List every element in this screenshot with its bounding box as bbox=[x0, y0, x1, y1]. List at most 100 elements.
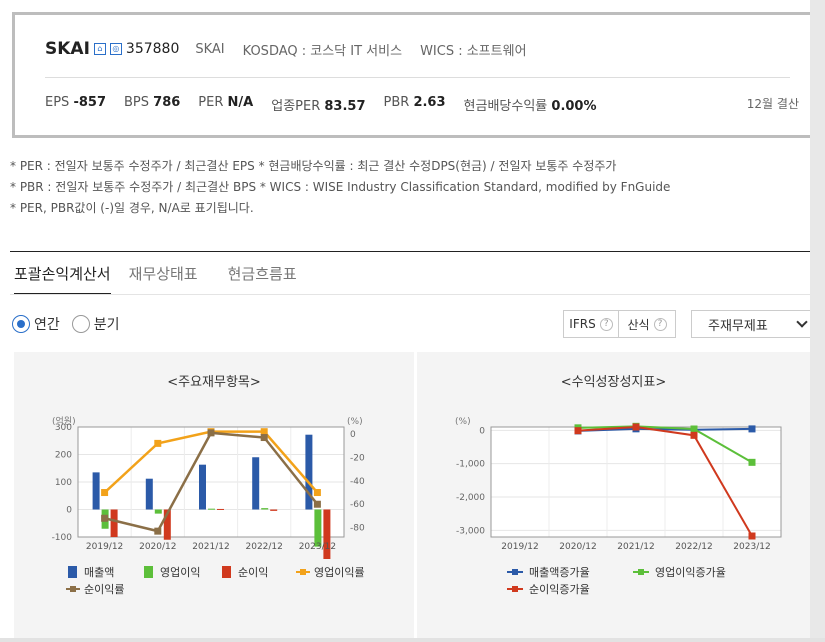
bar-순이익 bbox=[217, 508, 224, 510]
help-icon[interactable]: ? bbox=[599, 317, 613, 331]
bar-매출액 bbox=[199, 464, 206, 510]
x-tick-label: 2023/12 bbox=[733, 542, 770, 552]
point-영업이익률 bbox=[154, 439, 162, 447]
point-순이익증가율 bbox=[632, 423, 640, 431]
legend-swatch bbox=[144, 566, 153, 578]
y-axis-unit: (%) bbox=[455, 417, 471, 427]
company-info-box: SKAI ⌂ ◎ 357880 SKAI KOSDAQ : 코스닥 IT 서비스… bbox=[12, 12, 820, 138]
period-radio-group: 연간 분기 bbox=[12, 314, 132, 334]
y-tick-label: 300 bbox=[55, 423, 72, 433]
tabs-top-border bbox=[10, 251, 810, 252]
y-tick-label: -100 bbox=[52, 533, 73, 543]
legend-label: 순이익 bbox=[238, 566, 268, 579]
ir-icon[interactable]: ◎ bbox=[109, 43, 122, 55]
tab-cash-flow[interactable]: 현금흐름표 bbox=[228, 263, 297, 295]
legend-label: 순이익률 bbox=[84, 583, 124, 596]
legend-swatch-marker bbox=[300, 569, 306, 575]
radio-quarter-label: 분기 bbox=[93, 317, 120, 333]
bar-순이익 bbox=[110, 509, 118, 537]
y2-axis-unit: (%) bbox=[347, 417, 363, 427]
x-tick-label: 2022/12 bbox=[246, 542, 283, 552]
home-icon[interactable]: ⌂ bbox=[93, 43, 106, 55]
x-tick-label: 2020/12 bbox=[559, 542, 596, 552]
point-순이익률 bbox=[101, 514, 109, 522]
company-short-name: SKAI bbox=[195, 41, 225, 57]
bar-매출액 bbox=[252, 457, 260, 510]
y-tick-label: -1,000 bbox=[456, 460, 485, 470]
formula-label: 산식 bbox=[627, 317, 650, 332]
y-tick-label: 0 bbox=[479, 426, 485, 436]
main-financials-panel: <주요재무항목> (억원) (%) 300 200 100 0 -100 0 -20 -40 -60… bbox=[14, 352, 414, 638]
point-순이익률 bbox=[207, 429, 215, 437]
bar-매출액 bbox=[92, 472, 100, 510]
footnote-pbr: * PBR : 전일자 보통주 수정주가 / 최근결산 BPS * WICS :… bbox=[10, 180, 671, 194]
x-tick-label: 2019/12 bbox=[501, 542, 538, 552]
page: SKAI ⌂ ◎ 357880 SKAI KOSDAQ : 코스닥 IT 서비스… bbox=[0, 0, 821, 638]
radio-quarter[interactable]: 분기 bbox=[71, 314, 120, 334]
ifrs-button[interactable]: IFRS ? bbox=[563, 310, 619, 338]
legend-label: 영업이익 bbox=[160, 566, 200, 579]
ifrs-label: IFRS bbox=[569, 317, 596, 331]
x-tick-label: 2021/12 bbox=[617, 542, 654, 552]
legend-label: 매출액증가율 bbox=[529, 566, 590, 579]
ratio-per: PER N/A bbox=[198, 95, 254, 110]
legend-swatch-marker bbox=[638, 569, 644, 575]
radio-annual[interactable]: 연간 bbox=[12, 314, 60, 334]
point-순이익률 bbox=[313, 500, 321, 508]
chart-title-main-financials: <주요재무항목> bbox=[167, 375, 261, 390]
ratio-eps: EPS -857 bbox=[45, 95, 106, 110]
bar-매출액 bbox=[145, 478, 153, 510]
radio-annual-label: 연간 bbox=[34, 317, 60, 333]
bar-순이익 bbox=[270, 509, 278, 511]
legend-label: 영업이익률 bbox=[314, 566, 365, 579]
legend-swatch bbox=[222, 566, 231, 578]
point-순이익률 bbox=[154, 527, 162, 535]
tab-income-statement[interactable]: 포괄손익계산서 bbox=[14, 263, 111, 295]
x-tick-label: 2022/12 bbox=[675, 542, 712, 552]
point-영업이익률 bbox=[313, 489, 321, 497]
point-매출액증가율 bbox=[748, 425, 756, 433]
point-영업이익증가율 bbox=[690, 425, 698, 433]
point-순이익증가율 bbox=[690, 431, 698, 439]
growth-indicators-panel: <수익성장성지표> (%) 0 -1,000 -2,000 -3,000 2019/12 2… bbox=[417, 352, 810, 638]
point-순이익증가율 bbox=[748, 532, 756, 540]
point-순이익증가율 bbox=[574, 427, 582, 435]
divider bbox=[45, 77, 790, 78]
chevron-down-icon bbox=[796, 316, 808, 328]
tab-balance-sheet[interactable]: 재무상태표 bbox=[129, 263, 198, 295]
ratio-bps: BPS 786 bbox=[124, 95, 181, 110]
ratio-industry-per: 업종PER 83.57 bbox=[271, 99, 366, 114]
chart-title-growth: <수익성장성지표> bbox=[560, 375, 667, 390]
y-tick-label: 200 bbox=[55, 451, 72, 461]
y2-tick-label: -20 bbox=[350, 453, 365, 463]
legend-label: 순이익증가율 bbox=[529, 583, 590, 596]
radio-quarter-dot[interactable] bbox=[71, 315, 90, 333]
scrollbar-track[interactable] bbox=[810, 0, 825, 638]
main-financials-chart: (억원) (%)3002001000-1000-20-40-60-802019/1… bbox=[52, 415, 365, 596]
stock-code: 357880 bbox=[125, 41, 180, 57]
statement-type-select[interactable]: 주재무제표 bbox=[691, 310, 821, 338]
help-icon[interactable]: ? bbox=[653, 317, 667, 331]
y2-tick-label: -40 bbox=[350, 477, 365, 487]
ratio-row: EPS -857 BPS 786 PER N/A 업종PER 83.57 PBR… bbox=[45, 95, 615, 114]
footnotes: * PER : 전일자 보통주 수정주가 / 최근결산 EPS * 현금배당수익… bbox=[10, 156, 670, 219]
y2-tick-label: -60 bbox=[350, 500, 365, 510]
formula-button[interactable]: 산식 ? bbox=[618, 310, 676, 338]
statement-tabs: 포괄손익계산서 재무상태표 현금흐름표 bbox=[14, 263, 327, 295]
settlement-month: 12월 결산 bbox=[746, 97, 799, 111]
statement-type-value: 주재무제표 bbox=[708, 318, 768, 334]
y2-tick-label: -80 bbox=[350, 524, 365, 534]
legend-label: 매출액 bbox=[84, 566, 114, 579]
y2-tick-label: 0 bbox=[350, 430, 356, 440]
x-tick-label: 2023/12 bbox=[299, 542, 336, 552]
legend-swatch-marker bbox=[512, 586, 518, 592]
market-classification: KOSDAQ : 코스닥 IT 서비스 bbox=[242, 43, 403, 59]
bar-영업이익 bbox=[208, 508, 215, 510]
ratio-dividend-yield: 현금배당수익률 0.00% bbox=[463, 99, 597, 114]
point-영업이익증가율 bbox=[748, 458, 756, 466]
plot-area bbox=[491, 427, 781, 537]
x-tick-label: 2020/12 bbox=[139, 542, 176, 552]
radio-annual-dot[interactable] bbox=[12, 315, 30, 333]
company-title-row: SKAI ⌂ ◎ 357880 SKAI KOSDAQ : 코스닥 IT 서비스… bbox=[45, 39, 527, 59]
y-tick-label: 0 bbox=[66, 506, 72, 516]
